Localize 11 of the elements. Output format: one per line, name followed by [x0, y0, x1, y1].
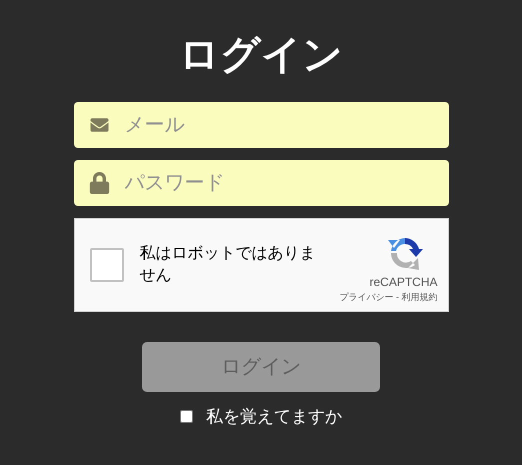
- envelope-icon: [88, 116, 110, 134]
- lock-icon: [88, 172, 110, 194]
- page-title: ログイン: [179, 32, 343, 79]
- remember-checkbox[interactable]: [180, 410, 193, 424]
- recaptcha-label: 私はロボットではありません: [140, 244, 316, 286]
- remember-label: 私を覚えてますか: [206, 406, 342, 428]
- password-field[interactable]: パスワード: [74, 160, 448, 206]
- recaptcha-terms-link[interactable]: プライバシー - 利用規約: [340, 290, 438, 304]
- email-field[interactable]: メール: [74, 102, 448, 148]
- recaptcha-checkbox[interactable]: [90, 248, 124, 282]
- recaptcha-brand: reCAPTCHA: [369, 274, 438, 290]
